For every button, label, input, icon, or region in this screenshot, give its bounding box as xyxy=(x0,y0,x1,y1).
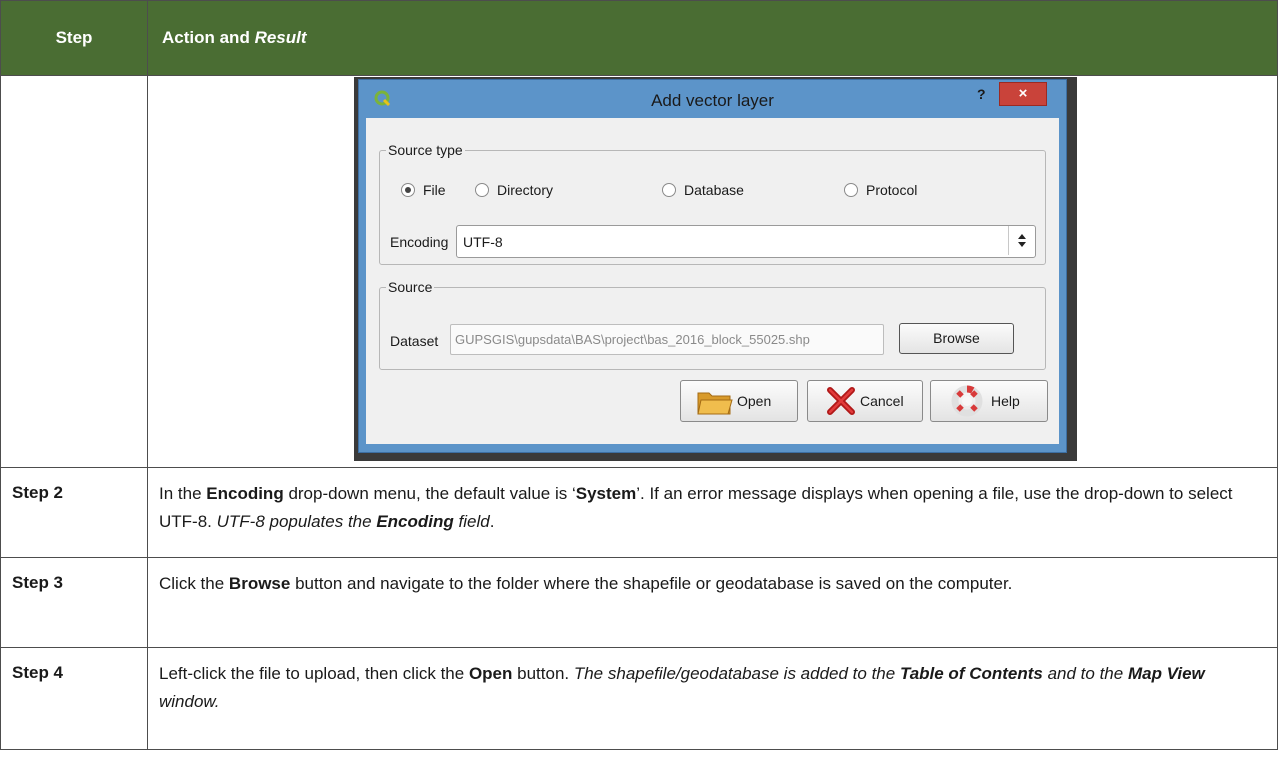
radio-database-label: Database xyxy=(684,182,744,198)
dataset-input[interactable]: GUPSGIS\gupsdata\BAS\project\bas_2016_bl… xyxy=(450,324,884,355)
header-step: Step xyxy=(0,0,148,76)
step-4-i3: window. xyxy=(159,692,220,711)
encoding-spinner[interactable] xyxy=(1008,226,1035,255)
radio-protocol[interactable]: Protocol xyxy=(844,182,917,198)
step-2-label: Step 2 xyxy=(0,467,148,558)
step-3-t1: Click the xyxy=(159,574,229,593)
browse-button[interactable]: Browse xyxy=(899,323,1014,354)
step-2-i1: UTF-8 populates the xyxy=(216,512,377,531)
dialog-titlebar[interactable]: Add vector layer ? × xyxy=(359,80,1066,118)
step-4-bi1: Table of Contents xyxy=(899,664,1043,683)
folder-icon xyxy=(697,392,733,415)
radio-database[interactable]: Database xyxy=(662,182,744,198)
radio-protocol-label: Protocol xyxy=(866,182,918,198)
cancel-label: Cancel xyxy=(860,393,904,409)
encoding-value: UTF-8 xyxy=(463,234,503,250)
help-label: Help xyxy=(991,393,1020,409)
cancel-x-icon xyxy=(827,387,855,415)
step-4-t2: button. xyxy=(512,664,574,683)
encoding-label: Encoding xyxy=(390,234,449,250)
dialog-title: Add vector layer xyxy=(651,91,774,110)
step-2-i2: field xyxy=(453,512,490,531)
step-3-text: Click the Browse button and navigate to … xyxy=(147,557,1278,648)
step-3-t2: button and navigate to the folder where … xyxy=(290,574,1013,593)
help-button[interactable]: Help xyxy=(930,380,1048,422)
encoding-select[interactable]: UTF-8 xyxy=(456,225,1036,258)
dataset-label: Dataset xyxy=(390,333,439,349)
header-result-text: Result xyxy=(254,28,307,47)
radio-directory[interactable]: Directory xyxy=(475,182,553,198)
step-4-b1: Open xyxy=(468,664,513,683)
source-group: Source Dataset GUPSGIS\gupsdata\BAS\proj… xyxy=(379,279,1046,370)
step-4-label: Step 4 xyxy=(0,647,148,750)
step-2-t4: . xyxy=(489,512,495,531)
dialog-client-area: Source type File Directory Database Prot… xyxy=(366,118,1059,444)
open-button[interactable]: Open xyxy=(680,380,798,422)
dataset-value: GUPSGIS\gupsdata\BAS\project\bas_2016_bl… xyxy=(455,332,810,347)
radio-protocol-dot[interactable] xyxy=(844,183,858,197)
radio-file-label: File xyxy=(423,182,446,198)
step-3-b1: Browse xyxy=(228,574,291,593)
header-action-result: Action and Result xyxy=(147,0,1278,76)
lifebuoy-icon xyxy=(951,385,983,417)
source-type-legend: Source type xyxy=(388,142,463,158)
source-legend: Source xyxy=(388,279,433,295)
cancel-button[interactable]: Cancel xyxy=(807,380,923,422)
source-type-group: Source type File Directory Database Prot… xyxy=(379,142,1046,265)
radio-database-dot[interactable] xyxy=(662,183,676,197)
help-question-icon[interactable]: ? xyxy=(977,86,986,102)
step-2-text: In the Encoding drop-down menu, the defa… xyxy=(147,467,1278,558)
radio-file[interactable]: File xyxy=(401,182,446,198)
header-action-text: Action and xyxy=(162,28,255,47)
step-2-b2: System xyxy=(575,484,637,503)
step-4-text: Left-click the file to upload, then clic… xyxy=(147,647,1278,750)
image-row-label-cell xyxy=(0,75,148,468)
close-button[interactable]: × xyxy=(999,82,1047,106)
radio-file-dot[interactable] xyxy=(401,183,415,197)
step-2-bi1: Encoding xyxy=(376,512,454,531)
step-4-bi2: Map View xyxy=(1127,664,1205,683)
step-3-label: Step 3 xyxy=(0,557,148,648)
step-2-b1: Encoding xyxy=(206,484,284,503)
step-2-t2: drop-down menu, the default value is ‘ xyxy=(283,484,576,503)
step-4-i1: The shapefile/geodatabase is added to th… xyxy=(573,664,900,683)
radio-directory-label: Directory xyxy=(497,182,554,198)
open-label: Open xyxy=(737,393,772,409)
step-4-t1: Left-click the file to upload, then clic… xyxy=(159,664,469,683)
up-down-arrows-icon xyxy=(1018,234,1026,247)
add-vector-layer-dialog: Add vector layer ? × Source type File Di… xyxy=(358,79,1067,453)
step-2-t1: In the xyxy=(159,484,207,503)
step-4-i2: and to the xyxy=(1042,664,1128,683)
radio-directory-dot[interactable] xyxy=(475,183,489,197)
